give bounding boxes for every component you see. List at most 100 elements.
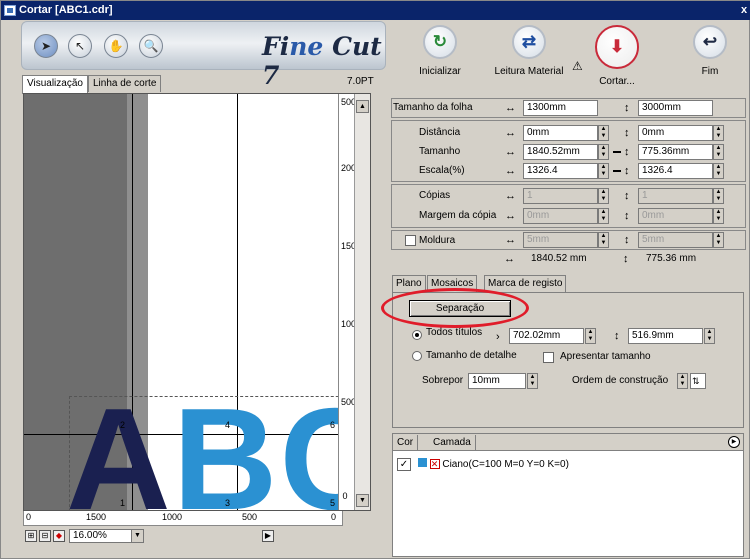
spinner[interactable]: ▲ ▼: [598, 125, 609, 141]
cut-button[interactable]: ⬇ Cortar...: [589, 25, 645, 87]
highlight-ring: [381, 288, 529, 328]
layer-row[interactable]: ✓ ✕ Ciano(C=100 M=0 Y=0 K=0): [397, 457, 569, 473]
scroll-right-button[interactable]: ▶: [262, 529, 274, 542]
scale-y-field[interactable]: 1326.4: [638, 163, 713, 179]
spinner[interactable]: ▲ ▼: [713, 188, 724, 204]
size-width-field[interactable]: 1840.52mm: [523, 144, 598, 160]
spinner[interactable]: ▲ ▼: [598, 163, 609, 179]
frame-y-field[interactable]: 5mm: [638, 232, 713, 248]
distance-x-field[interactable]: 0mm: [523, 125, 598, 141]
height-arrow-icon: ↕: [624, 102, 630, 114]
spinner[interactable]: ▲ ▼: [677, 373, 688, 389]
layer-check-icon[interactable]: ✓: [397, 458, 411, 471]
width-arrow-icon: ↔: [504, 253, 515, 265]
ruler-label: 1000: [162, 512, 183, 522]
overlap-field[interactable]: 10mm: [468, 373, 526, 389]
magnifier-icon: 🔍: [143, 39, 159, 53]
height-arrow-icon: ↕: [614, 330, 620, 342]
copies-x-field[interactable]: 1: [523, 188, 598, 204]
select-tool-button[interactable]: ➤: [34, 34, 58, 58]
sheet-height-field[interactable]: 3000mm: [638, 100, 713, 116]
link-icon: [613, 151, 621, 153]
spinner[interactable]: ▲ ▼: [713, 125, 724, 141]
read-material-button[interactable]: ⇄ Leitura Material: [486, 25, 572, 77]
ruler-label: 500: [341, 397, 357, 407]
exit-button[interactable]: ↩ Fim: [690, 25, 730, 77]
tab-color[interactable]: Cor: [393, 435, 419, 451]
total-width: 1840.52 mm: [531, 253, 587, 264]
fit-width-icon[interactable]: ⊟: [39, 529, 51, 542]
zoom-tool-button[interactable]: 🔍: [139, 34, 163, 58]
spinner[interactable]: ▲ ▼: [598, 232, 609, 248]
sheet-group: Tamanho da folha ↔ 1300mm ↕ 3000mm: [391, 98, 746, 118]
scroll-down-button[interactable]: ▼: [356, 494, 369, 507]
zoom-object-icon[interactable]: ◆: [53, 529, 65, 542]
all-tiles-radio[interactable]: [412, 330, 422, 340]
width-arrow-icon: ↔: [505, 127, 516, 139]
spinner[interactable]: ▲ ▼: [713, 144, 724, 160]
sheet-width-field[interactable]: 1300mm: [523, 100, 598, 116]
vertical-scrollbar[interactable]: ▲ ▼: [354, 94, 370, 510]
scale-label: Escala(%): [419, 165, 465, 176]
tab-cutline[interactable]: Linha de corte: [88, 75, 162, 92]
size-height-field[interactable]: 775.36mm: [638, 144, 713, 160]
build-order-icon[interactable]: ⇅: [690, 373, 706, 389]
play-icon[interactable]: ▶: [728, 436, 740, 448]
height-arrow-icon: ↕: [624, 210, 630, 222]
height-arrow-icon: ↕: [624, 165, 630, 177]
scale-x-field[interactable]: 1326.4: [523, 163, 598, 179]
zoom-select[interactable]: 16.00% ▼: [69, 528, 144, 543]
spinner[interactable]: ▲ ▼: [713, 232, 724, 248]
initialize-button[interactable]: ↻ Inicializar: [409, 25, 471, 77]
color-swatch: [417, 458, 427, 467]
ruler-label: 500: [341, 97, 357, 107]
width-arrow-icon: ↔: [505, 234, 516, 246]
detail-size-radio[interactable]: [412, 351, 422, 361]
copy-margin-y-field[interactable]: 0mm: [638, 208, 713, 224]
layer-name: Ciano(C=100 M=0 Y=0 K=0): [442, 459, 569, 470]
scroll-up-button[interactable]: ▲: [356, 100, 369, 113]
copies-y-field[interactable]: 1: [638, 188, 713, 204]
zoom-bar: ⊞ ⊟ ◆ 16.00% ▼ ▶: [25, 528, 276, 543]
horizontal-ruler: 0 1500 1000 500 0: [23, 511, 343, 526]
spinner[interactable]: ▲ ▼: [598, 208, 609, 224]
height-arrow-icon: ↕: [623, 253, 629, 265]
tab-registration[interactable]: Marca de registo: [484, 275, 567, 292]
spinner[interactable]: ▲ ▼: [527, 373, 538, 389]
hand-icon: ✋: [108, 39, 124, 53]
spinner[interactable]: ▲ ▼: [713, 163, 724, 179]
return-icon: ↩: [693, 25, 727, 59]
copies-group: Cópias ↔ 1 ▲ ▼ ↕ 1 ▲ ▼ Margem da cópia ↔ 0…: [391, 184, 746, 228]
preview-canvas[interactable]: ABC 2 4 6 1 3 5 500 2000 1500 1000 500 0…: [23, 93, 371, 511]
spinner[interactable]: ▲ ▼: [598, 144, 609, 160]
tab-layer[interactable]: Camada: [429, 435, 476, 451]
close-button[interactable]: x: [737, 1, 750, 20]
action-bar: ↻ Inicializar ⇄ Leitura Material ⬇ Cortar..…: [391, 23, 746, 95]
hand-tool-button[interactable]: ✋: [104, 34, 128, 58]
tile-height-field[interactable]: 516.9mm: [628, 328, 703, 344]
spinner[interactable]: ▲ ▼: [585, 328, 596, 344]
app-icon: [4, 5, 16, 16]
tile-width-field[interactable]: 702.02mm: [509, 328, 584, 344]
spinner[interactable]: ▲ ▼: [713, 208, 724, 224]
layer-tabs: Cor Camada ▶: [393, 434, 743, 451]
height-arrow-icon: ↕: [624, 146, 630, 158]
pick-tool-button[interactable]: ↖: [68, 34, 92, 58]
tile-number: 5: [330, 498, 336, 508]
spinner[interactable]: ▲ ▼: [704, 328, 715, 344]
tab-preview[interactable]: Visualização: [22, 75, 88, 94]
ruler-label: 0: [26, 512, 32, 522]
width-arrow-icon: ↔: [505, 165, 516, 177]
spinner[interactable]: ▲ ▼: [598, 188, 609, 204]
copy-margin-x-field[interactable]: 0mm: [523, 208, 598, 224]
show-size-checkbox[interactable]: [543, 352, 554, 363]
frame-checkbox[interactable]: [405, 235, 416, 246]
fit-page-icon[interactable]: ⊞: [25, 529, 37, 542]
frame-x-field[interactable]: 5mm: [523, 232, 598, 248]
selection-box: [69, 396, 369, 510]
tile-number: 3: [225, 498, 231, 508]
ruler-label: 1500: [341, 241, 362, 251]
distance-y-field[interactable]: 0mm: [638, 125, 713, 141]
size-panel: Tamanho da folha ↔ 1300mm ↕ 3000mm Distâ…: [391, 96, 746, 268]
width-arrow-icon: ↔: [505, 190, 516, 202]
